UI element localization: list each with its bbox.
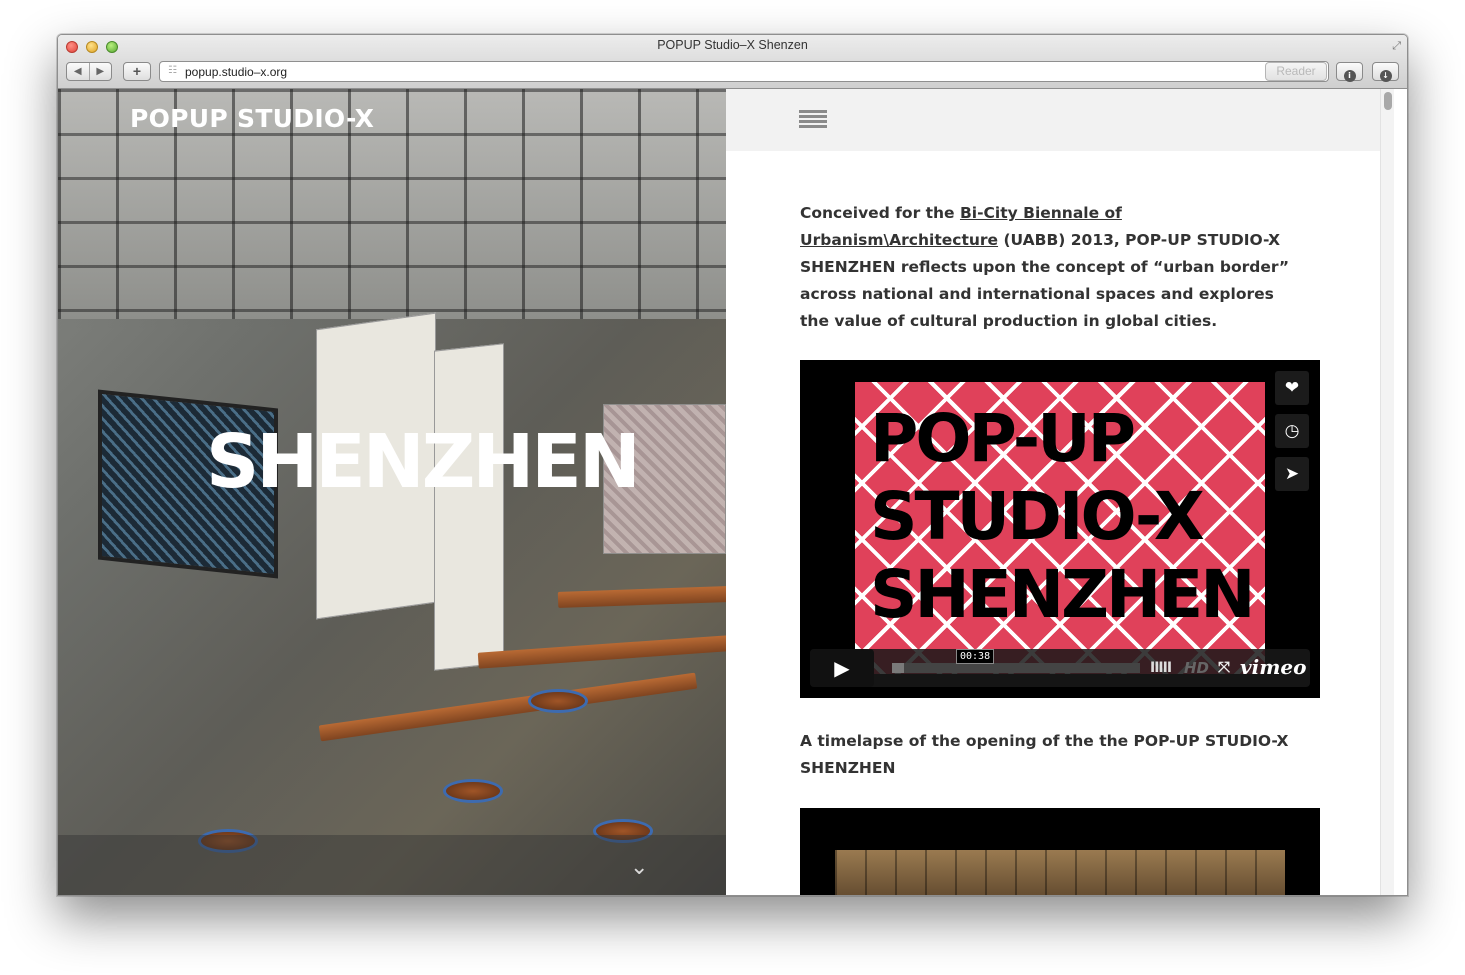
downloads-button[interactable]: ↓ xyxy=(1372,62,1399,82)
browser-toolbar: POPUP Studio–X Shenzen ⤢ ◀ ▶ + ☷ popup.s… xyxy=(58,35,1407,89)
scroll-down-icon[interactable]: ⌄ xyxy=(630,855,648,880)
video-thumbnail[interactable]: POP-UP STUDIO-X SHENZHEN xyxy=(855,382,1265,674)
vimeo-logo[interactable]: vimeo xyxy=(1240,655,1306,679)
forward-icon[interactable]: ▶ xyxy=(90,63,112,80)
progress-fill xyxy=(892,663,905,673)
menu-icon[interactable] xyxy=(799,110,827,130)
like-heart-icon[interactable]: ❤ xyxy=(1275,371,1309,405)
time-tooltip: 00:38 xyxy=(956,649,995,664)
hero-table xyxy=(557,586,726,608)
url-text[interactable]: popup.studio–x.org xyxy=(185,65,287,79)
download-icon: ↓ xyxy=(1379,70,1392,82)
hero-table xyxy=(318,672,698,742)
site-logo[interactable]: POPUP STUDIO-X xyxy=(130,104,374,133)
browser-window: POPUP Studio–X Shenzen ⤢ ◀ ▶ + ☷ popup.s… xyxy=(57,34,1408,896)
progress-bar[interactable]: 00:38 xyxy=(892,649,1140,673)
reader-button[interactable]: Reader xyxy=(1265,62,1327,81)
scrollbar[interactable] xyxy=(1380,89,1394,895)
fullscreen-expand-icon[interactable]: ⤧ xyxy=(1218,658,1230,676)
info-icon: i xyxy=(1343,70,1356,82)
content-topbar xyxy=(726,89,1394,151)
video-caption: A timelapse of the opening of the the PO… xyxy=(800,732,1289,777)
scrollbar-thumb[interactable] xyxy=(1384,92,1392,110)
second-video-thumbnail[interactable] xyxy=(835,850,1285,895)
hero-title: SHENZHEN xyxy=(206,419,641,505)
hero-table xyxy=(477,635,726,669)
page-viewport: POPUP STUDIO-X SHENZHEN ⌄ Conceived for … xyxy=(58,89,1407,895)
second-video-player[interactable] xyxy=(800,808,1320,895)
vimeo-player[interactable]: POP-UP STUDIO-X SHENZHEN ❤ ◷ ➤ ▶ 00:38 I… xyxy=(800,360,1320,698)
hero-stool xyxy=(443,779,503,803)
site-icon: ☷ xyxy=(168,65,177,76)
add-tab-button[interactable]: + xyxy=(123,62,151,81)
hd-toggle[interactable]: HD xyxy=(1184,659,1209,677)
thumbnail-title: POP-UP STUDIO-X SHENZHEN xyxy=(870,400,1256,633)
hero-bottom-overlay xyxy=(58,835,726,895)
info-button[interactable]: i xyxy=(1336,62,1363,82)
fullscreen-icon[interactable]: ⤢ xyxy=(1392,39,1401,53)
back-forward-buttons: ◀ ▶ xyxy=(66,62,112,81)
hero-image: POPUP STUDIO-X SHENZHEN ⌄ xyxy=(58,89,726,895)
content-panel: Conceived for the Bi-City Biennale of Ur… xyxy=(726,89,1394,895)
intro-paragraph: Conceived for the Bi-City Biennale of Ur… xyxy=(800,204,1290,330)
video-controls: ▶ 00:38 IIIII HD ⤧ vimeo xyxy=(810,649,1310,687)
back-icon[interactable]: ◀ xyxy=(67,63,90,80)
window-title: POPUP Studio–X Shenzen xyxy=(657,38,808,52)
hero-stool xyxy=(528,689,588,713)
volume-icon[interactable]: IIIII xyxy=(1150,660,1172,676)
watch-later-clock-icon[interactable]: ◷ xyxy=(1275,414,1309,448)
share-send-icon[interactable]: ➤ xyxy=(1275,457,1309,491)
hero-poster xyxy=(434,343,504,671)
play-icon[interactable]: ▶ xyxy=(810,649,874,687)
address-bar[interactable]: ☷ popup.studio–x.org ↻ xyxy=(159,61,1329,82)
